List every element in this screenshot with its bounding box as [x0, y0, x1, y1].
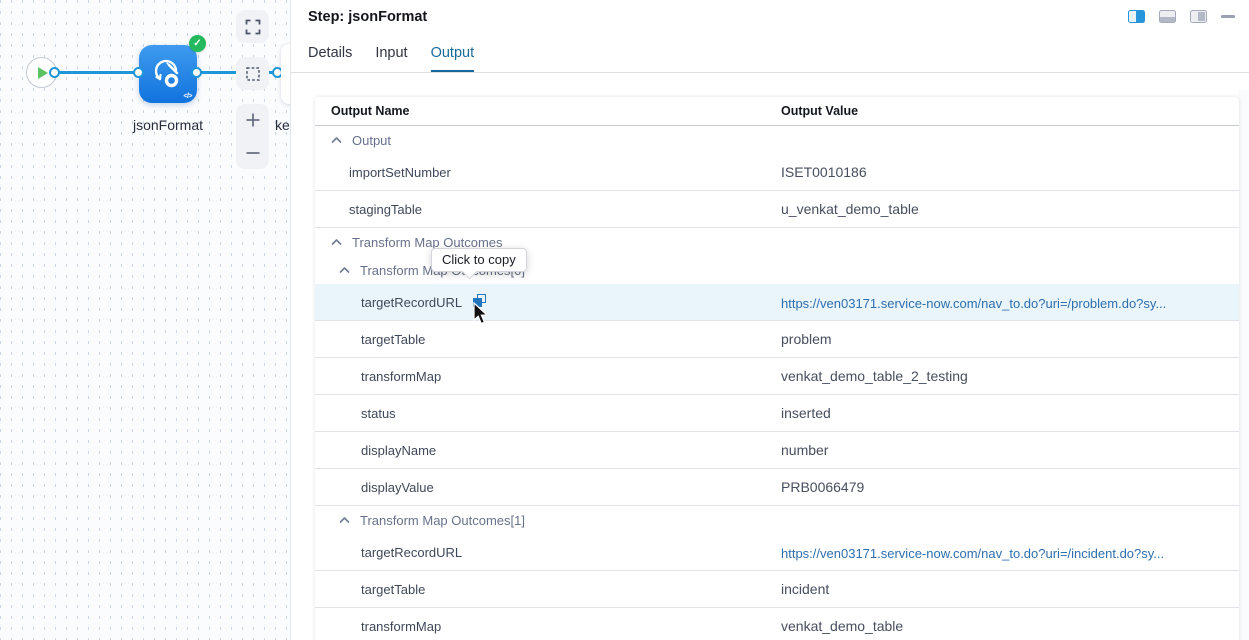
minimize-icon[interactable] [1221, 15, 1235, 18]
output-value-cell: number [781, 442, 828, 458]
flow-designer-screen: </> ✓ jsonFormat ke [0, 0, 1249, 640]
output-table: Output Name Output Value Output importSe… [315, 97, 1239, 640]
output-row: importSetNumber ISET0010186 [315, 154, 1239, 191]
tabs-divider [291, 72, 1249, 73]
output-group-row[interactable]: Transform Map Outcomes[1] [315, 506, 1239, 534]
step-node-jsonformat[interactable]: </> [139, 45, 197, 103]
panel-title: Step: jsonFormat [308, 9, 427, 25]
transform-step-icon [152, 56, 184, 90]
group-label: Output [352, 133, 391, 148]
output-rows: Output importSetNumber ISET0010186 stagi… [315, 126, 1239, 640]
chevron-up-icon[interactable] [331, 238, 342, 246]
layout-right-panel-icon[interactable] [1190, 10, 1207, 23]
zoom-controls [236, 104, 269, 169]
output-name-cell: targetTable [361, 332, 425, 347]
output-value-cell: PRB0066479 [781, 479, 864, 495]
output-row: targetTable incident [315, 571, 1239, 608]
output-name-cell: displayValue [361, 480, 434, 495]
chevron-up-icon[interactable] [331, 136, 342, 144]
group-label: Transform Map Outcomes[1] [360, 513, 525, 528]
column-header-output-value: Output Value [781, 104, 858, 118]
output-value-cell: incident [781, 581, 829, 597]
scroll-gutter[interactable] [1238, 90, 1249, 640]
success-check-badge: ✓ [189, 35, 206, 52]
node-label: jsonFormat [109, 117, 227, 133]
panel-window-controls [1128, 10, 1235, 23]
output-name-cell: targetRecordURL [361, 295, 462, 310]
output-name-cell: stagingTable [349, 202, 422, 217]
output-name-cell: displayName [361, 443, 436, 458]
tab-output[interactable]: Output [431, 45, 475, 73]
tab-details[interactable]: Details [308, 45, 352, 73]
expand-icon [245, 19, 261, 35]
output-value-link[interactable]: https://ven03171.service-now.com/nav_to.… [781, 546, 1164, 561]
output-value-cell: venkat_demo_table [781, 618, 903, 634]
marquee-select-icon [245, 66, 261, 82]
output-name-cell: transformMap [361, 369, 441, 384]
column-header-output-name: Output Name [331, 104, 409, 118]
detail-tabs: Details Input Output [308, 45, 474, 73]
tooltip-text: Click to copy [442, 252, 516, 267]
copy-tooltip: Click to copy [431, 248, 527, 272]
zoom-out-button minus-icon[interactable] [244, 144, 262, 162]
output-name-cell: targetRecordURL [361, 545, 462, 560]
output-row: displayName number [315, 432, 1239, 469]
output-group-row[interactable]: Output [315, 126, 1239, 154]
output-value-cell: u_venkat_demo_table [781, 201, 919, 217]
layout-split-horizontal-icon[interactable] [1159, 10, 1176, 23]
fullscreen-button[interactable] [236, 10, 269, 43]
output-row: stagingTable u_venkat_demo_table [315, 191, 1239, 228]
mouse-cursor [472, 302, 492, 326]
output-row: transformMap venkat_demo_table_2_testing [315, 358, 1239, 395]
chevron-up-icon[interactable] [339, 516, 350, 524]
layout-split-vertical-icon[interactable] [1128, 10, 1145, 23]
output-name-cell: status [361, 406, 396, 421]
output-row: status inserted [315, 395, 1239, 432]
zoom-in-button plus-icon[interactable] [244, 111, 262, 129]
output-row: targetRecordURL https://ven03171.service… [315, 284, 1239, 321]
output-row: transformMap venkat_demo_table [315, 608, 1239, 640]
chevron-up-icon[interactable] [339, 266, 350, 274]
output-table-header: Output Name Output Value [315, 97, 1239, 126]
output-name-cell: importSetNumber [349, 165, 451, 180]
output-value-cell: ISET0010186 [781, 164, 867, 180]
code-badge: </> [183, 93, 192, 100]
output-row: targetTable problem [315, 321, 1239, 358]
next-node-label: ke [275, 117, 290, 133]
output-value-link[interactable]: https://ven03171.service-now.com/nav_to.… [781, 296, 1166, 311]
output-row: targetRecordURL https://ven03171.service… [315, 534, 1239, 571]
tab-input[interactable]: Input [375, 45, 407, 73]
marquee-select-button[interactable] [236, 57, 269, 90]
output-value-cell: problem [781, 331, 832, 347]
output-name-cell: targetTable [361, 582, 425, 597]
output-row: displayValue PRB0066479 [315, 469, 1239, 506]
play-icon [38, 67, 48, 79]
step-detail-panel: Step: jsonFormat Details Input Output Ou… [290, 0, 1249, 640]
output-port[interactable] [49, 67, 60, 78]
input-port[interactable] [133, 67, 144, 78]
output-value-cell: inserted [781, 405, 831, 421]
flow-canvas[interactable]: </> ✓ jsonFormat ke [0, 0, 291, 640]
output-port[interactable] [191, 67, 202, 78]
output-name-cell: transformMap [361, 619, 441, 634]
output-value-cell: venkat_demo_table_2_testing [781, 368, 968, 384]
